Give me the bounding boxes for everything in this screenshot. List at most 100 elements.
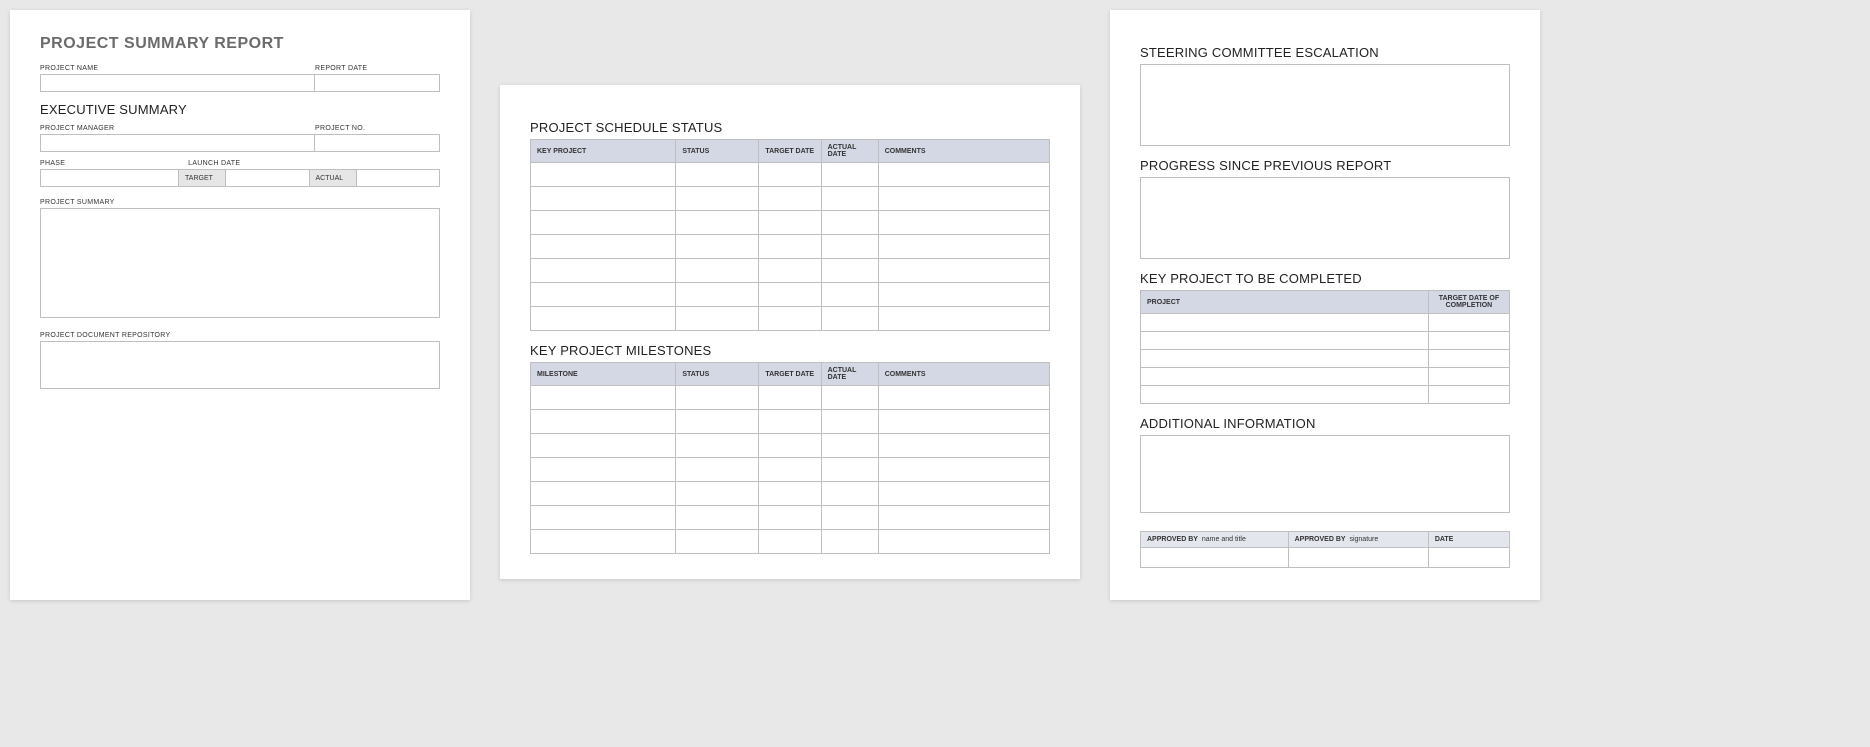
table-row[interactable] <box>1141 314 1510 332</box>
table-cell[interactable] <box>759 259 821 283</box>
table-row[interactable] <box>531 307 1050 331</box>
table-cell[interactable] <box>821 482 878 506</box>
table-row[interactable] <box>1141 386 1510 404</box>
table-cell[interactable] <box>878 163 1049 187</box>
table-cell[interactable] <box>878 410 1049 434</box>
phase-input[interactable] <box>40 169 179 187</box>
table-row[interactable] <box>531 259 1050 283</box>
table-row[interactable] <box>1141 350 1510 368</box>
table-cell[interactable] <box>1141 350 1429 368</box>
table-cell[interactable] <box>821 259 878 283</box>
table-row[interactable] <box>531 235 1050 259</box>
table-cell[interactable] <box>531 283 676 307</box>
table-cell[interactable] <box>676 211 759 235</box>
table-cell[interactable] <box>531 506 676 530</box>
target-date-input[interactable] <box>226 169 309 187</box>
table-cell[interactable] <box>878 235 1049 259</box>
project-summary-input[interactable] <box>40 208 440 318</box>
table-cell[interactable] <box>821 187 878 211</box>
table-row[interactable] <box>531 506 1050 530</box>
table-cell[interactable] <box>531 259 676 283</box>
table-cell[interactable] <box>531 482 676 506</box>
steering-input[interactable] <box>1140 64 1510 146</box>
table-cell[interactable] <box>676 410 759 434</box>
table-cell[interactable] <box>531 187 676 211</box>
project-manager-input[interactable] <box>40 134 315 152</box>
table-cell[interactable] <box>878 458 1049 482</box>
table-cell[interactable] <box>676 530 759 554</box>
approval-name-cell[interactable] <box>1141 548 1289 568</box>
table-cell[interactable] <box>676 235 759 259</box>
table-cell[interactable] <box>878 530 1049 554</box>
table-cell[interactable] <box>531 458 676 482</box>
table-cell[interactable] <box>676 482 759 506</box>
table-cell[interactable] <box>1428 332 1509 350</box>
kp-tbody[interactable] <box>1141 314 1510 404</box>
table-cell[interactable] <box>531 434 676 458</box>
table-cell[interactable] <box>759 307 821 331</box>
progress-input[interactable] <box>1140 177 1510 259</box>
table-cell[interactable] <box>878 259 1049 283</box>
project-name-input[interactable] <box>40 74 315 92</box>
table-cell[interactable] <box>759 434 821 458</box>
table-cell[interactable] <box>759 410 821 434</box>
table-cell[interactable] <box>759 211 821 235</box>
table-cell[interactable] <box>1428 368 1509 386</box>
report-date-input[interactable] <box>315 74 440 92</box>
table-cell[interactable] <box>759 187 821 211</box>
table-cell[interactable] <box>531 163 676 187</box>
table-row[interactable] <box>531 211 1050 235</box>
table-cell[interactable] <box>676 458 759 482</box>
table-row[interactable] <box>531 410 1050 434</box>
table-cell[interactable] <box>531 410 676 434</box>
table-cell[interactable] <box>676 187 759 211</box>
table-cell[interactable] <box>759 530 821 554</box>
table-cell[interactable] <box>759 506 821 530</box>
table-cell[interactable] <box>878 307 1049 331</box>
table-cell[interactable] <box>759 235 821 259</box>
table-cell[interactable] <box>821 386 878 410</box>
table-cell[interactable] <box>821 434 878 458</box>
table-cell[interactable] <box>821 211 878 235</box>
table-cell[interactable] <box>1141 314 1429 332</box>
table-cell[interactable] <box>1141 368 1429 386</box>
table-cell[interactable] <box>821 163 878 187</box>
table-cell[interactable] <box>531 211 676 235</box>
table-cell[interactable] <box>1141 332 1429 350</box>
approval-sig-cell[interactable] <box>1288 548 1428 568</box>
table-row[interactable] <box>531 482 1050 506</box>
table-cell[interactable] <box>676 259 759 283</box>
table-row[interactable] <box>1141 368 1510 386</box>
table-cell[interactable] <box>759 283 821 307</box>
additional-input[interactable] <box>1140 435 1510 513</box>
table-cell[interactable] <box>821 307 878 331</box>
table-cell[interactable] <box>676 307 759 331</box>
approval-date-cell[interactable] <box>1428 548 1509 568</box>
table-row[interactable] <box>531 283 1050 307</box>
project-no-input[interactable] <box>315 134 440 152</box>
table-cell[interactable] <box>759 386 821 410</box>
table-cell[interactable] <box>821 235 878 259</box>
table-row[interactable] <box>531 434 1050 458</box>
table-cell[interactable] <box>821 530 878 554</box>
table-cell[interactable] <box>878 386 1049 410</box>
table-cell[interactable] <box>676 283 759 307</box>
table-cell[interactable] <box>759 163 821 187</box>
table-row[interactable] <box>531 458 1050 482</box>
table-cell[interactable] <box>531 530 676 554</box>
table-cell[interactable] <box>676 163 759 187</box>
table-cell[interactable] <box>759 482 821 506</box>
table-cell[interactable] <box>759 458 821 482</box>
table-cell[interactable] <box>676 506 759 530</box>
approval-row[interactable] <box>1141 548 1510 568</box>
table-cell[interactable] <box>1428 386 1509 404</box>
table-cell[interactable] <box>1428 314 1509 332</box>
table-cell[interactable] <box>878 211 1049 235</box>
actual-date-input[interactable] <box>357 169 440 187</box>
table-cell[interactable] <box>878 283 1049 307</box>
table-cell[interactable] <box>821 283 878 307</box>
table-cell[interactable] <box>1141 386 1429 404</box>
table-row[interactable] <box>531 530 1050 554</box>
schedule-tbody[interactable] <box>531 163 1050 331</box>
table-row[interactable] <box>531 187 1050 211</box>
